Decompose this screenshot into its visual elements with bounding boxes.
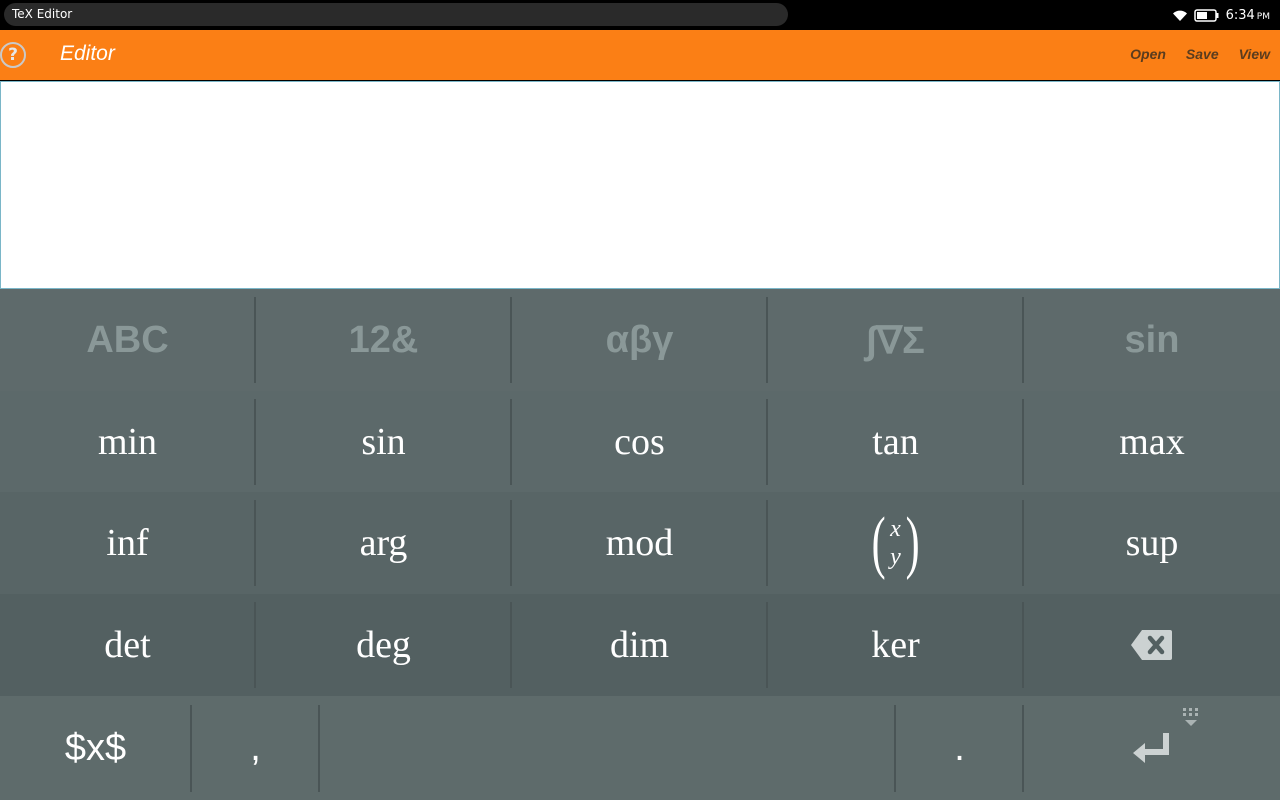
key-inf[interactable]: inf: [0, 492, 255, 594]
key-arg[interactable]: arg: [256, 492, 511, 594]
binomial-values: x y: [890, 515, 901, 571]
key-comma[interactable]: ,: [192, 697, 319, 800]
task-title: TeX Editor: [12, 7, 73, 21]
help-icon[interactable]: ?: [0, 42, 26, 68]
keyboard-bottom-row: $x$ , .: [0, 697, 1280, 800]
math-keyboard: ABC 12& αβγ ∫∇Σ sin min sin cos tan max …: [0, 289, 1280, 800]
tab-greek[interactable]: αβγ: [512, 289, 767, 391]
tex-editor-input[interactable]: [0, 81, 1280, 289]
binomial-top: x: [890, 516, 901, 542]
battery-icon: [1193, 8, 1219, 22]
clock: 6:34 PM: [1225, 7, 1270, 23]
key-ker[interactable]: ker: [768, 594, 1023, 696]
keyboard-row-1: min sin cos tan max: [0, 391, 1280, 493]
backspace-key[interactable]: [1024, 594, 1280, 696]
space-key[interactable]: [320, 697, 1198, 800]
tab-abc[interactable]: ABC: [0, 289, 255, 391]
key-max[interactable]: max: [1024, 391, 1280, 493]
tab-functions[interactable]: sin: [1024, 289, 1280, 391]
key-period[interactable]: .: [896, 697, 1023, 800]
key-deg[interactable]: deg: [256, 594, 511, 696]
key-tan[interactable]: tan: [768, 391, 1023, 493]
right-paren: ): [905, 504, 920, 581]
status-indicators: 6:34 PM: [1172, 5, 1270, 25]
key-det[interactable]: det: [0, 594, 255, 696]
app-bar: ? Editor Open Save View: [0, 30, 1280, 80]
binomial-symbol: ( x y ): [867, 508, 924, 578]
tab-numbers[interactable]: 12&: [256, 289, 511, 391]
keyboard-row-3: det deg dim ker: [0, 594, 1280, 696]
keyboard-row-2: inf arg mod ( x y ) sup: [0, 492, 1280, 594]
task-pill[interactable]: TeX Editor: [4, 3, 788, 26]
enter-icon: [1133, 732, 1169, 763]
key-cos[interactable]: cos: [512, 391, 767, 493]
app-menu: Open Save View: [1130, 46, 1270, 62]
backspace-icon: [1131, 630, 1172, 660]
key-inline-math[interactable]: $x$: [0, 697, 191, 800]
key-min[interactable]: min: [0, 391, 255, 493]
open-button[interactable]: Open: [1130, 46, 1166, 62]
save-button[interactable]: Save: [1186, 46, 1219, 62]
enter-key[interactable]: [1024, 697, 1280, 800]
status-bar: TeX Editor 6:34 PM: [0, 0, 1280, 30]
tab-operators[interactable]: ∫∇Σ: [768, 289, 1023, 391]
binomial-bottom: y: [890, 544, 901, 570]
left-paren: (: [871, 504, 886, 581]
view-button[interactable]: View: [1239, 46, 1270, 62]
key-binomial[interactable]: ( x y ): [768, 492, 1023, 594]
wifi-icon: [1172, 10, 1187, 21]
key-dim[interactable]: dim: [512, 594, 767, 696]
key-sin[interactable]: sin: [256, 391, 511, 493]
key-sup[interactable]: sup: [1024, 492, 1280, 594]
page-title: Editor: [60, 42, 115, 65]
keyboard-tabs-row: ABC 12& αβγ ∫∇Σ sin: [0, 289, 1280, 391]
key-mod[interactable]: mod: [512, 492, 767, 594]
